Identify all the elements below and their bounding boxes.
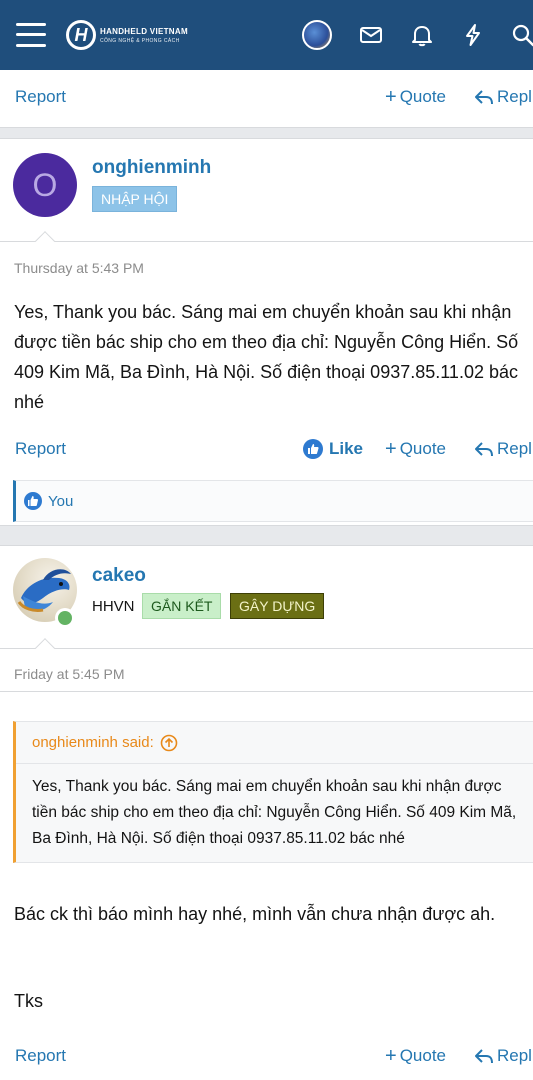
plus-icon: + xyxy=(385,86,397,108)
divider xyxy=(0,241,533,242)
divider-notch xyxy=(35,231,55,251)
quote-author: onghienminh said: xyxy=(32,734,154,751)
search-icon[interactable] xyxy=(510,22,533,48)
site-logo[interactable]: H HANDHELD VIETNAM CÔNG NGHỆ & PHONG CÁC… xyxy=(66,20,188,50)
online-indicator xyxy=(55,608,75,628)
post-message: Bác ck thì báo mình hay nhé, mình vẫn ch… xyxy=(14,904,496,924)
like-icon xyxy=(303,439,323,459)
reply-button[interactable]: Repl xyxy=(474,1046,532,1066)
reply-label: Repl xyxy=(497,439,532,458)
divider xyxy=(0,648,533,649)
quote-label: Quote xyxy=(399,87,446,106)
logo-title: HANDHELD VIETNAM xyxy=(100,26,188,36)
logo-subtitle: CÔNG NGHỆ & PHONG CÁCH xyxy=(100,37,180,44)
divider xyxy=(0,691,533,692)
report-link[interactable]: Report xyxy=(15,87,66,107)
post-actions: Report + Quote Repl xyxy=(0,1036,533,1076)
post-message-signoff: Tks xyxy=(14,991,43,1011)
logo-icon: H xyxy=(66,20,96,50)
likes-summary[interactable]: You xyxy=(13,480,533,522)
avatar[interactable]: O xyxy=(13,153,77,217)
post-date[interactable]: Friday at 5:45 PM xyxy=(14,666,125,682)
plus-icon: + xyxy=(385,438,397,460)
top-navigation-bar: H HANDHELD VIETNAM CÔNG NGHỆ & PHONG CÁC… xyxy=(0,0,533,70)
reply-button[interactable]: Repl xyxy=(474,439,532,459)
user-avatar[interactable] xyxy=(302,20,332,50)
post-date[interactable]: Thursday at 5:43 PM xyxy=(14,260,144,276)
quote-button[interactable]: + Quote xyxy=(385,1046,446,1066)
post-message: Yes, Thank you bác. Sáng mai em chuyển k… xyxy=(14,302,519,412)
user-group: HHVN xyxy=(92,598,135,615)
quote-button[interactable]: + Quote xyxy=(385,87,446,107)
username[interactable]: onghienminh xyxy=(92,157,211,179)
quote-header[interactable]: onghienminh said: xyxy=(16,722,533,764)
like-label: Like xyxy=(329,439,364,458)
quote-button[interactable]: + Quote xyxy=(385,439,446,459)
post-previous: Report + Quote Repl xyxy=(0,70,533,128)
reply-icon xyxy=(475,1049,493,1064)
user-badge-gan-ket: GẮN KẾT xyxy=(142,593,222,619)
quote-label: Quote xyxy=(399,1046,446,1065)
plus-icon: + xyxy=(385,1045,397,1067)
reply-label: Repl xyxy=(497,1046,532,1065)
quote-text: Yes, Thank you bác. Sáng mai em chuyển k… xyxy=(32,778,517,847)
post-actions: Report + Quote Repl xyxy=(0,77,533,117)
likes-text: You xyxy=(48,492,74,510)
user-badge-gay-dung: GÂY DỰNG xyxy=(230,593,325,619)
username[interactable]: cakeo xyxy=(92,565,146,587)
like-button[interactable]: Like xyxy=(303,439,363,459)
user-title-badge: NHẬP HỘI xyxy=(92,186,178,212)
quote-up-icon[interactable] xyxy=(160,734,178,752)
like-icon xyxy=(24,492,42,510)
bolt-icon[interactable] xyxy=(460,22,486,48)
report-link[interactable]: Report xyxy=(15,439,66,459)
menu-icon[interactable] xyxy=(16,22,46,48)
post-cakeo: cakeo HHVN GẮN KẾT GÂY DỰNG Friday at 5:… xyxy=(0,545,533,1080)
reply-icon xyxy=(475,442,493,457)
post-actions: Report Like + Quote Repl xyxy=(0,429,533,469)
quote-block: onghienminh said: Yes, Thank you bác. Sá… xyxy=(13,721,533,863)
bell-icon[interactable] xyxy=(409,22,435,48)
post-onghienminh: O onghienminh NHẬP HỘI Thursday at 5:43 … xyxy=(0,138,533,526)
divider-notch xyxy=(35,638,55,658)
report-link[interactable]: Report xyxy=(15,1046,66,1066)
reply-label: Repl xyxy=(497,87,532,106)
quote-label: Quote xyxy=(399,439,446,458)
reply-icon xyxy=(475,90,493,105)
reply-button[interactable]: Repl xyxy=(474,87,532,107)
mail-icon[interactable] xyxy=(358,22,384,48)
